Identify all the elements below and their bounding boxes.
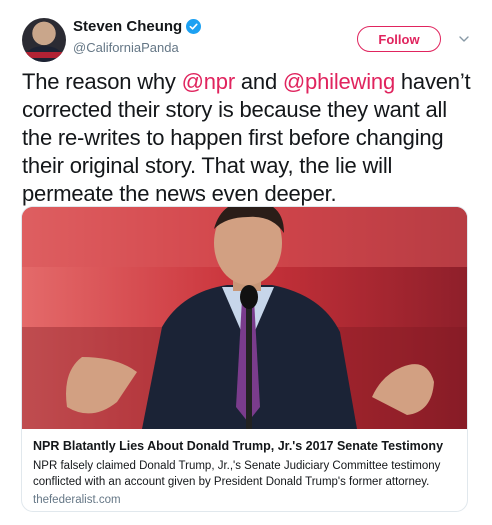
tweet-text: The reason why @npr and @philewing haven…	[22, 68, 482, 208]
tweet-header: Steven Cheung @CaliforniaPanda Follow	[0, 0, 492, 64]
avatar-banner	[22, 52, 66, 58]
card-image[interactable]	[22, 207, 467, 429]
card-body: NPR Blatantly Lies About Donald Trump, J…	[22, 429, 467, 506]
link-card[interactable]: NPR Blatantly Lies About Donald Trump, J…	[21, 206, 468, 512]
follow-button[interactable]: Follow	[357, 26, 441, 52]
card-domain: thefederalist.com	[33, 494, 121, 506]
display-name[interactable]: Steven Cheung	[73, 18, 182, 35]
tweet-text-mid: and	[234, 69, 283, 94]
mention-philewing[interactable]: @philewing	[283, 69, 395, 94]
card-photo	[22, 207, 467, 429]
card-description: NPR falsely claimed Donald Trump, Jr.,'s…	[33, 460, 441, 488]
tweet-text-start: The reason why	[22, 69, 182, 94]
name-row: Steven Cheung	[73, 18, 202, 35]
avatar[interactable]	[22, 18, 66, 62]
chevron-down-icon[interactable]	[458, 33, 470, 45]
user-handle[interactable]: @CaliforniaPanda	[73, 40, 179, 55]
verified-badge-icon	[186, 19, 202, 34]
card-title[interactable]: NPR Blatantly Lies About Donald Trump, J…	[33, 438, 456, 454]
mention-npr[interactable]: @npr	[182, 69, 236, 94]
